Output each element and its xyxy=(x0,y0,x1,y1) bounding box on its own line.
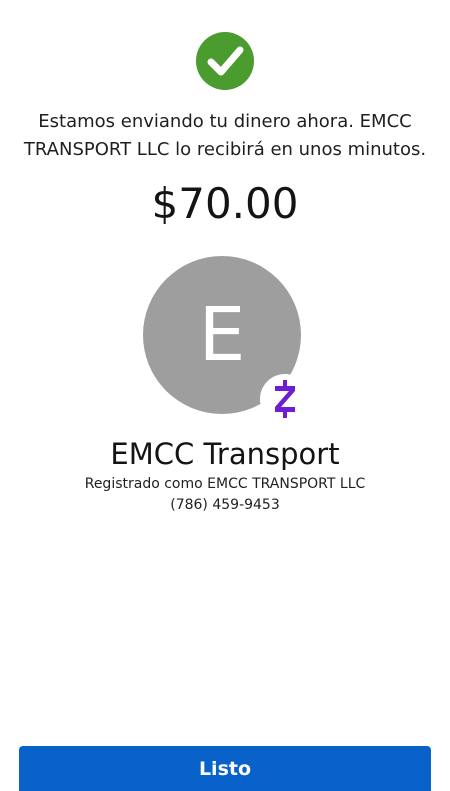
recipient-name: EMCC Transport xyxy=(110,437,340,471)
check-circle-icon xyxy=(196,32,254,90)
payment-amount: $70.00 xyxy=(151,179,299,228)
recipient-phone: (786) 459-9453 xyxy=(170,497,280,513)
done-button[interactable]: Listo xyxy=(19,746,431,791)
registered-as-text: Registrado como EMCC TRANSPORT LLC xyxy=(84,476,366,492)
status-message: Estamos enviando tu dinero ahora. EMCC T… xyxy=(23,111,427,160)
zelle-logo-icon xyxy=(260,374,310,424)
avatar-initial: E xyxy=(198,292,246,378)
